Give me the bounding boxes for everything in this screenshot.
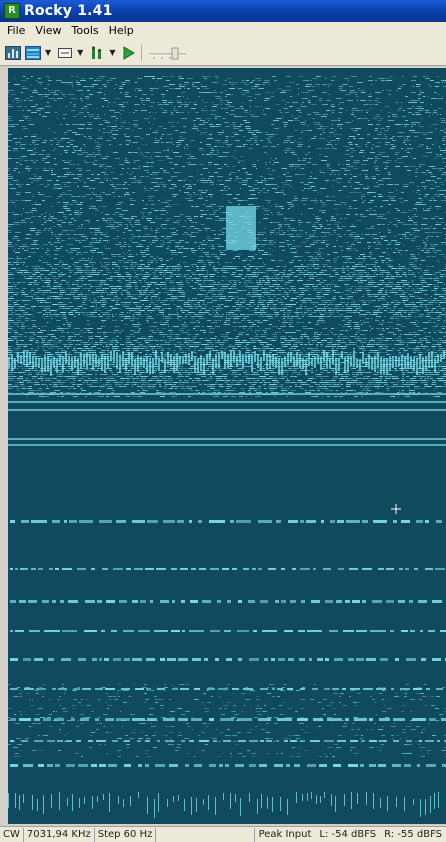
menu-help[interactable]: Help <box>104 22 139 40</box>
waterfall-canvas <box>8 68 446 824</box>
menu-tools[interactable]: Tools <box>67 22 104 40</box>
spectrum-icon <box>5 45 21 60</box>
chevron-down-icon[interactable]: ▼ <box>109 48 115 57</box>
play-button[interactable] <box>120 44 136 62</box>
waterfall-display[interactable] <box>8 68 446 824</box>
toolbar-separator <box>141 44 143 61</box>
spectrum-button[interactable] <box>4 44 22 62</box>
status-bar: CW 7031,94 KHz Step 60 Hz Peak Input L: … <box>0 826 446 842</box>
chevron-down-icon[interactable]: ▼ <box>45 48 51 57</box>
status-left-level: L: -54 dBFS <box>319 828 377 840</box>
bandwidth-icon <box>92 45 102 59</box>
waterfall-icon <box>25 45 41 60</box>
status-mode: CW <box>0 827 24 842</box>
toolbar: ▼ ▼ ▼ <box>0 40 446 66</box>
app-icon: R <box>4 3 20 19</box>
volume-slider[interactable] <box>147 44 189 62</box>
app-window: R Rocky 1.41 File View Tools Help ▼ ▼ ▼ … <box>0 0 446 842</box>
display-mode-icon <box>58 47 73 58</box>
menu-file[interactable]: File <box>2 22 30 40</box>
play-icon <box>123 45 136 60</box>
bandwidth-button[interactable] <box>88 44 106 62</box>
chevron-down-icon[interactable]: ▼ <box>77 48 83 57</box>
status-right-level: R: -55 dBFS <box>384 828 442 840</box>
status-frequency: 7031,94 KHz <box>24 827 95 842</box>
window-title: Rocky 1.41 <box>24 3 113 19</box>
status-peak-label: Peak Input <box>258 828 312 840</box>
waterfall-button[interactable] <box>24 44 42 62</box>
slider-icon <box>149 47 187 59</box>
status-spacer <box>156 827 255 842</box>
menu-bar: File View Tools Help <box>0 22 446 40</box>
title-bar[interactable]: R Rocky 1.41 <box>0 0 446 22</box>
menu-view[interactable]: View <box>30 22 66 40</box>
display-mode-button[interactable] <box>56 44 74 62</box>
status-step: Step 60 Hz <box>95 827 157 842</box>
